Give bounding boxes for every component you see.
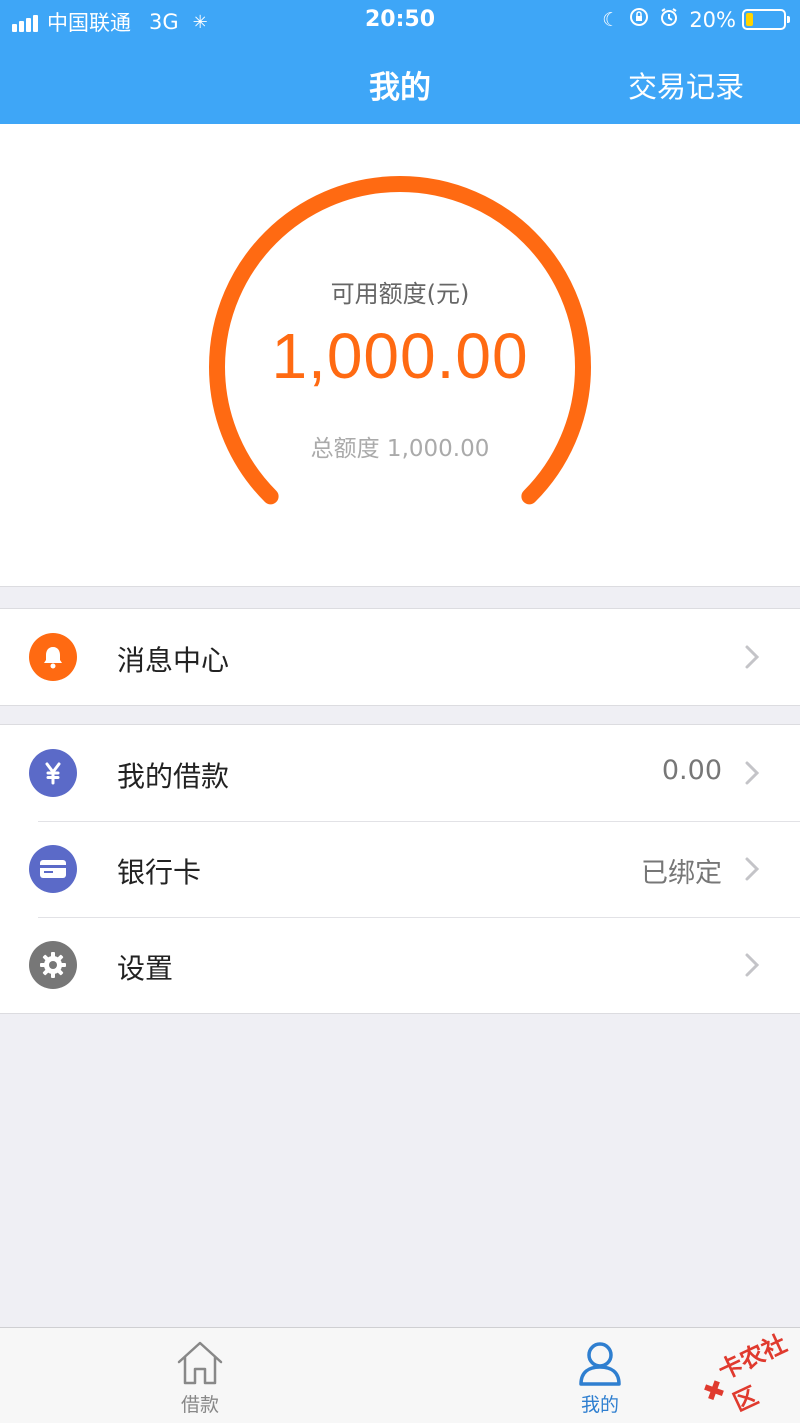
available-credit-value: 1,000.00 xyxy=(271,320,529,392)
tab-bar: 借款 我的 xyxy=(0,1327,800,1423)
home-icon xyxy=(177,1341,223,1385)
menu-item-settings[interactable]: 设置 xyxy=(0,917,800,1013)
battery-icon xyxy=(742,9,790,30)
tab-loan[interactable]: 借款 xyxy=(140,1328,260,1423)
menu-item-messages[interactable]: 消息中心 xyxy=(0,609,800,705)
menu-item-label: 消息中心 xyxy=(117,644,230,677)
moon-icon: ☾ xyxy=(602,8,620,31)
transaction-records-button[interactable]: 交易记录 xyxy=(628,64,744,106)
user-icon xyxy=(579,1342,621,1386)
tab-label: 借款 xyxy=(180,1394,219,1416)
menu-item-label: 银行卡 xyxy=(117,856,202,889)
available-credit-label: 可用额度(元) xyxy=(330,280,470,308)
loan-amount: 0.00 xyxy=(661,755,722,786)
bank-card-status: 已绑定 xyxy=(641,858,722,889)
credit-panel: 可用额度(元) 1,000.00 总额度 1,000.00 xyxy=(0,124,800,587)
battery-percent: 20% xyxy=(689,7,736,32)
rotation-lock-icon xyxy=(629,7,649,32)
status-bar: 中国联通 3G ✳ 20:50 ☾ 20% xyxy=(0,0,800,40)
tab-label: 我的 xyxy=(580,1394,619,1416)
menu-item-label: 我的借款 xyxy=(117,760,230,793)
account-group: 我的借款 0.00 银行卡 已绑定 设置 xyxy=(0,724,800,1014)
card-icon xyxy=(29,845,77,893)
menu-item-my-loans[interactable]: 我的借款 0.00 xyxy=(0,725,800,821)
total-credit: 总额度 1,000.00 xyxy=(310,436,490,462)
tab-mine[interactable]: 我的 xyxy=(540,1328,660,1423)
menu-item-label: 设置 xyxy=(117,952,174,985)
header: 中国联通 3G ✳ 20:50 ☾ 20% 我的 交易记录 xyxy=(0,0,800,124)
bell-icon xyxy=(29,633,77,681)
chevron-right-icon xyxy=(745,645,760,669)
alarm-icon xyxy=(659,7,679,32)
messages-group: 消息中心 xyxy=(0,608,800,706)
yuan-icon xyxy=(29,749,77,797)
chevron-right-icon xyxy=(745,857,760,881)
chevron-right-icon xyxy=(745,953,760,977)
battery-level xyxy=(746,13,753,26)
chevron-right-icon xyxy=(745,761,760,785)
gear-icon xyxy=(29,941,77,989)
menu-item-bank-card[interactable]: 银行卡 已绑定 xyxy=(0,821,800,917)
